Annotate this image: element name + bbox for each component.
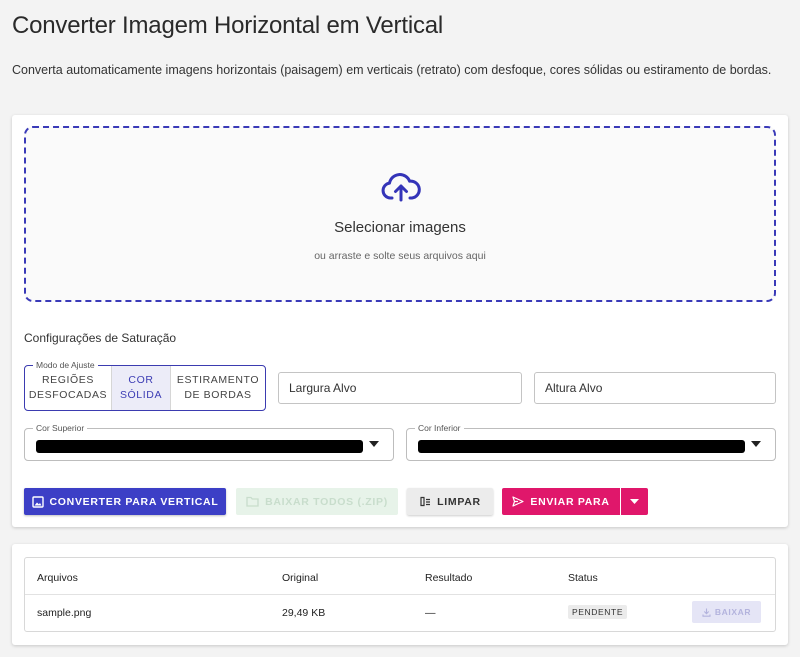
dropzone-subtitle: ou arraste e solte seus arquivos aqui <box>314 250 486 262</box>
bottom-color-legend: Cor Inferior <box>415 423 464 434</box>
result-cell: — <box>425 607 436 619</box>
download-file-button[interactable]: BAIXAR <box>692 601 761 623</box>
download-file-label: BAIXAR <box>714 607 752 617</box>
convert-button-label: CONVERTER PARA VERTICAL <box>49 495 219 508</box>
adjust-mode-group: Modo de Ajuste REGIÕES DESFOCADAS COR SÓ… <box>24 360 266 411</box>
mode-solid-color-button[interactable]: COR SÓLIDA <box>111 366 170 410</box>
dropzone-title: Selecionar imagens <box>334 219 466 236</box>
download-icon <box>702 608 711 617</box>
send-to-menu-button[interactable] <box>621 488 648 515</box>
status-badge: PENDENTE <box>568 605 628 619</box>
mode-edge-stretch-button[interactable]: ESTIRAMENTO DE BORDAS <box>170 366 265 410</box>
bottom-color-select[interactable]: Cor Inferior <box>406 423 776 461</box>
column-header-result: Resultado <box>425 572 473 584</box>
mode-blurred-regions-button[interactable]: REGIÕES DESFOCADAS <box>25 366 111 410</box>
chevron-down-icon <box>751 441 761 447</box>
chevron-down-icon <box>369 441 379 447</box>
send-to-label: ENVIAR PARA <box>530 495 610 508</box>
page-title: Converter Imagem Horizontal em Vertical <box>12 12 444 39</box>
column-header-files: Arquivos <box>37 572 78 584</box>
clear-button-label: LIMPAR <box>437 495 481 508</box>
file-name-cell: sample.png <box>37 607 92 619</box>
download-all-zip-button[interactable]: BAIXAR TODOS (.ZIP) <box>236 488 398 515</box>
target-width-input[interactable] <box>278 372 522 404</box>
send-to-button[interactable]: ENVIAR PARA <box>502 488 620 515</box>
files-card: Arquivos Original Resultado Status sampl… <box>12 544 788 645</box>
folder-icon <box>246 496 259 507</box>
column-header-original: Original <box>282 572 319 584</box>
top-color-legend: Cor Superior <box>33 423 88 434</box>
column-header-status: Status <box>568 572 598 584</box>
convert-to-vertical-button[interactable]: CONVERTER PARA VERTICAL <box>24 488 226 515</box>
caret-down-icon <box>630 498 639 504</box>
settings-title: Configurações de Saturação <box>24 331 177 345</box>
top-color-swatch <box>36 440 363 453</box>
clear-list-icon <box>420 496 431 507</box>
top-color-select[interactable]: Cor Superior <box>24 423 394 461</box>
bottom-color-swatch <box>418 440 745 453</box>
upload-dropzone[interactable]: Selecionar imagens ou arraste e solte se… <box>24 126 776 302</box>
image-icon <box>31 495 44 508</box>
header-divider <box>25 594 775 595</box>
page-description: Converta automaticamente imagens horizon… <box>12 63 772 77</box>
cloud-upload-icon <box>381 173 421 202</box>
clear-button[interactable]: LIMPAR <box>407 488 493 515</box>
original-size-cell: 29,49 KB <box>282 607 326 619</box>
files-table: Arquivos Original Resultado Status sampl… <box>24 557 776 632</box>
settings-card: Selecionar imagens ou arraste e solte se… <box>12 115 788 527</box>
send-icon <box>512 496 524 507</box>
target-height-input[interactable] <box>534 372 776 404</box>
download-all-label: BAIXAR TODOS (.ZIP) <box>265 495 388 508</box>
